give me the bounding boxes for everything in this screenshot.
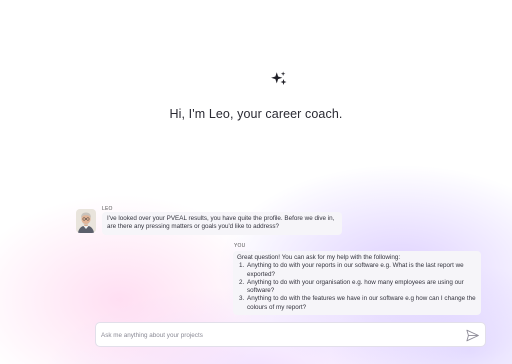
chat-composer xyxy=(95,322,486,347)
message-bubble-leo: I've looked over your PVEAL results, you… xyxy=(102,212,342,235)
message-bubble-you: Great question! You can ask for my help … xyxy=(233,251,481,316)
page-title: Hi, I'm Leo, your career coach. xyxy=(169,107,343,121)
list-item: Anything to do with your organisation e.… xyxy=(246,279,476,296)
message-intro: Great question! You can ask for my help … xyxy=(237,254,401,261)
send-icon[interactable] xyxy=(465,328,480,343)
list-item: Anything to do with your reports in our … xyxy=(246,262,476,279)
list-item: Anything to do with the features we have… xyxy=(246,295,476,312)
chat-input[interactable] xyxy=(101,329,451,341)
avatar xyxy=(76,209,96,233)
help-list: Anything to do with your reports in our … xyxy=(237,262,476,312)
sparkle-icon xyxy=(271,71,287,85)
sender-label-you: YOU xyxy=(234,243,246,249)
